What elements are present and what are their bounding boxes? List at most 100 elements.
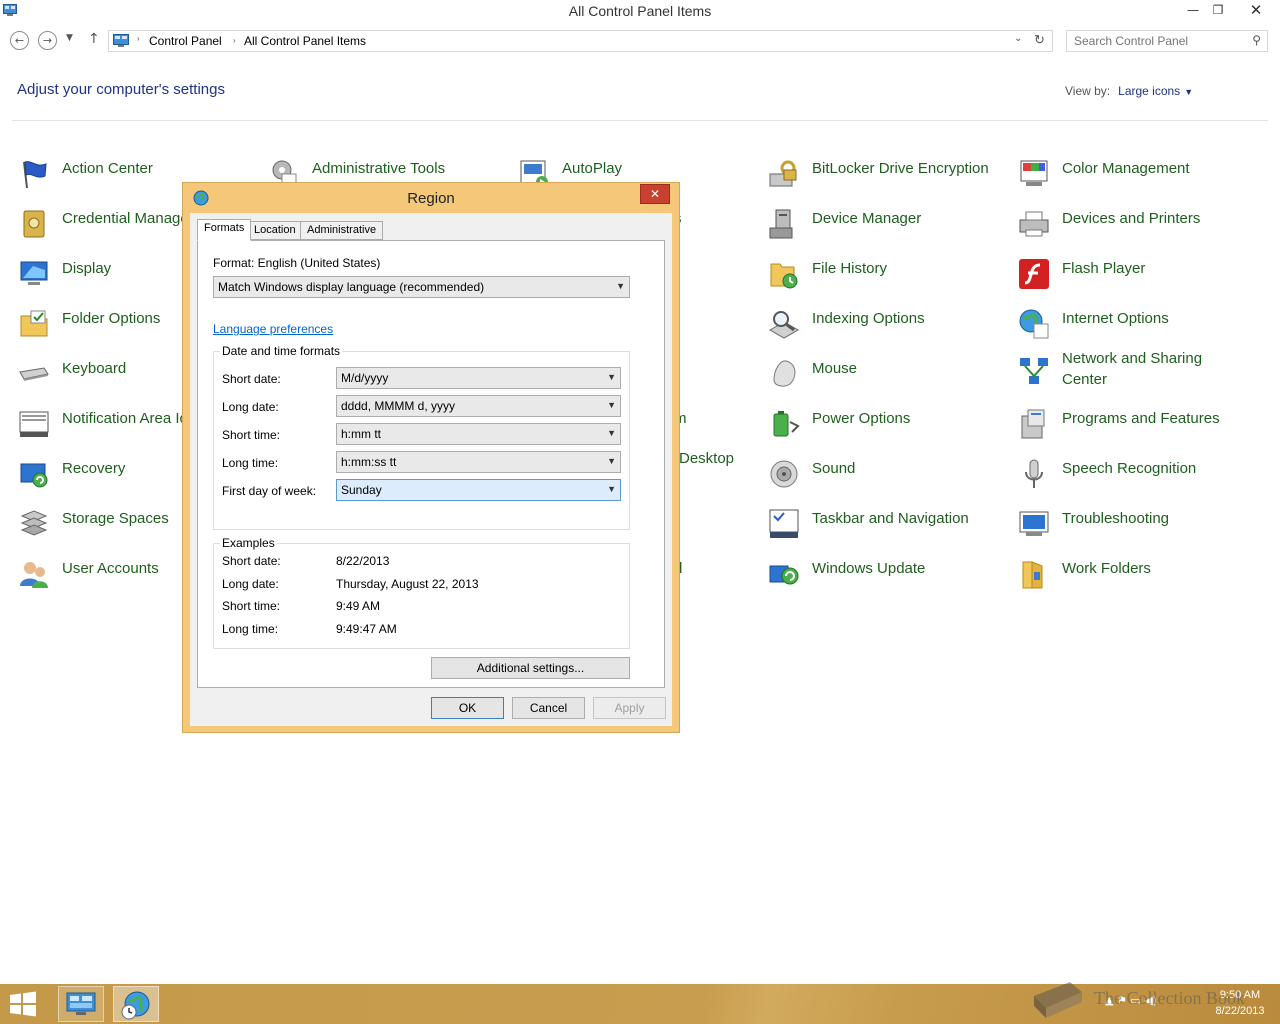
dialog-body: Formats Location Administrative Format: … [190, 213, 672, 726]
view-by: View by: Large icons ▼ [1065, 84, 1193, 98]
first-day-select[interactable]: Sunday ▼ [336, 479, 621, 501]
tab-formats[interactable]: Formats [197, 219, 252, 241]
refresh-icon[interactable]: ↻ [1034, 32, 1045, 48]
short-time-value: h:mm tt [341, 427, 382, 441]
forward-button[interactable]: → [38, 31, 57, 50]
dialog-title: Region [407, 190, 455, 207]
color-management-icon [1020, 160, 1048, 186]
windows-logo-icon[interactable] [8, 991, 38, 1017]
short-time-label: Short time: [222, 428, 281, 442]
cp-item-internet-options[interactable]: Internet Options [1018, 308, 1258, 348]
cp-item-work-folders[interactable]: Work Folders [1018, 558, 1258, 598]
long-time-select[interactable]: h:mm:ss tt ▼ [336, 451, 621, 473]
cp-item-devices-printers[interactable]: Devices and Printers [1018, 208, 1258, 248]
cancel-button[interactable]: Cancel [512, 697, 585, 719]
breadcrumb-control-panel[interactable]: Control Panel [149, 34, 222, 48]
formats-panel: Format: English (United States) Match Wi… [197, 240, 665, 688]
long-time-value: h:mm:ss tt [341, 455, 397, 469]
mouse-icon [773, 360, 796, 387]
long-date-label: Long date: [222, 400, 279, 414]
example-long-time-value: 9:49:47 AM [336, 622, 397, 636]
long-date-select[interactable]: dddd, MMMM d, yyyy ▼ [336, 395, 621, 417]
maximize-button[interactable]: ❐ [1205, 0, 1231, 22]
search-input[interactable] [1074, 34, 1244, 48]
cp-item-indexing-options[interactable]: Indexing Options [768, 308, 1008, 348]
back-button[interactable]: ← [10, 31, 29, 50]
chevron-down-icon: ▼ [607, 428, 616, 438]
cp-item-device-manager[interactable]: Device Manager [768, 208, 1008, 248]
globe-clock-icon [121, 991, 150, 1020]
minimize-button[interactable]: — [1180, 0, 1206, 22]
example-long-date-label: Long date: [222, 577, 279, 591]
keyboard-icon [19, 367, 49, 381]
chevron-down-icon: ▼ [607, 400, 616, 410]
ok-button[interactable]: OK [431, 697, 504, 719]
short-date-label: Short date: [222, 372, 281, 386]
file-history-icon [770, 263, 798, 289]
cp-item-speech-recognition[interactable]: Speech Recognition [1018, 458, 1258, 498]
close-button[interactable]: ✕ [1241, 0, 1271, 22]
chevron-right-icon[interactable]: › [233, 36, 236, 45]
cp-item-programs-features[interactable]: Programs and Features [1018, 408, 1258, 448]
cp-item-taskbar-navigation[interactable]: Taskbar and Navigation [768, 508, 1008, 548]
short-date-select[interactable]: M/d/yyyy ▼ [336, 367, 621, 389]
window-titlebar: All Control Panel Items — ❐ ✕ [0, 0, 1280, 24]
long-date-value: dddd, MMMM d, yyyy [341, 399, 456, 413]
watermark: The Collection Book [1030, 976, 1280, 1022]
view-by-label: View by: [1065, 84, 1111, 98]
cp-item-bitlocker[interactable]: BitLocker Drive Encryption [768, 158, 1008, 198]
windows-update-icon [769, 565, 799, 585]
chevron-down-icon[interactable]: ▼ [1184, 87, 1193, 97]
up-button[interactable]: ↑ [88, 31, 100, 47]
work-folders-icon [1022, 561, 1043, 589]
users-icon [20, 562, 48, 588]
cp-item-mouse[interactable]: Mouse [768, 358, 1008, 398]
search-icon[interactable]: ⚲ [1252, 33, 1261, 47]
cp-item-power-options[interactable]: Power Options [768, 408, 1008, 448]
short-time-select[interactable]: h:mm tt ▼ [336, 423, 621, 445]
troubleshooting-icon [1019, 511, 1049, 536]
programs-icon [1021, 409, 1045, 439]
cp-item-sound[interactable]: Sound [768, 458, 1008, 498]
dialog-close-button[interactable]: ✕ [640, 184, 670, 204]
view-by-dropdown[interactable]: Large icons [1118, 84, 1180, 98]
format-select[interactable]: Match Windows display language (recommen… [213, 276, 630, 298]
breadcrumb-all-items[interactable]: All Control Panel Items [244, 34, 366, 48]
apply-button[interactable]: Apply [593, 697, 666, 719]
flag-icon [23, 161, 47, 189]
example-short-time-value: 9:49 AM [336, 599, 381, 613]
chevron-down-icon: ▼ [607, 484, 616, 494]
chevron-down-icon: ▼ [607, 456, 616, 466]
cp-item-flash-player[interactable]: Flash Player [1018, 258, 1258, 298]
indexing-icon [768, 311, 800, 339]
sound-icon [770, 460, 798, 488]
taskbar-control-panel[interactable] [58, 986, 104, 1022]
recovery-icon [20, 463, 48, 488]
taskbar-region[interactable] [113, 986, 159, 1022]
cp-item-windows-update[interactable]: Windows Update [768, 558, 1008, 598]
first-day-value: Sunday [341, 483, 382, 497]
dialog-titlebar[interactable]: Region ✕ [183, 183, 679, 213]
cp-item-file-history[interactable]: File History [768, 258, 1008, 298]
flash-icon [1019, 259, 1049, 289]
example-long-time-label: Long time: [222, 622, 279, 636]
cp-item-network-sharing[interactable]: Network and Sharing Center [1018, 348, 1258, 388]
recent-locations-button[interactable]: ▼ [66, 33, 73, 43]
printer-icon [1019, 211, 1049, 237]
power-icon [773, 411, 800, 437]
internet-options-icon [1019, 309, 1049, 339]
folder-options-icon [20, 310, 48, 337]
example-long-date-value: Thursday, August 22, 2013 [336, 577, 479, 591]
additional-settings-button[interactable]: Additional settings... [431, 657, 630, 679]
control-panel-icon [113, 34, 129, 47]
tab-administrative[interactable]: Administrative [300, 221, 384, 240]
cp-item-color-management[interactable]: Color Management [1018, 158, 1258, 198]
chevron-right-icon[interactable]: › [137, 34, 140, 43]
search-box[interactable]: ⚲ [1066, 30, 1268, 52]
chevron-down-icon[interactable]: ⌄ [1014, 33, 1022, 44]
tab-location[interactable]: Location [247, 221, 303, 240]
cp-item-troubleshooting[interactable]: Troubleshooting [1018, 508, 1258, 548]
device-manager-icon [769, 209, 793, 239]
language-preferences-link[interactable]: Language preferences [213, 322, 333, 336]
address-bar[interactable]: › Control Panel › All Control Panel Item… [108, 30, 1053, 52]
